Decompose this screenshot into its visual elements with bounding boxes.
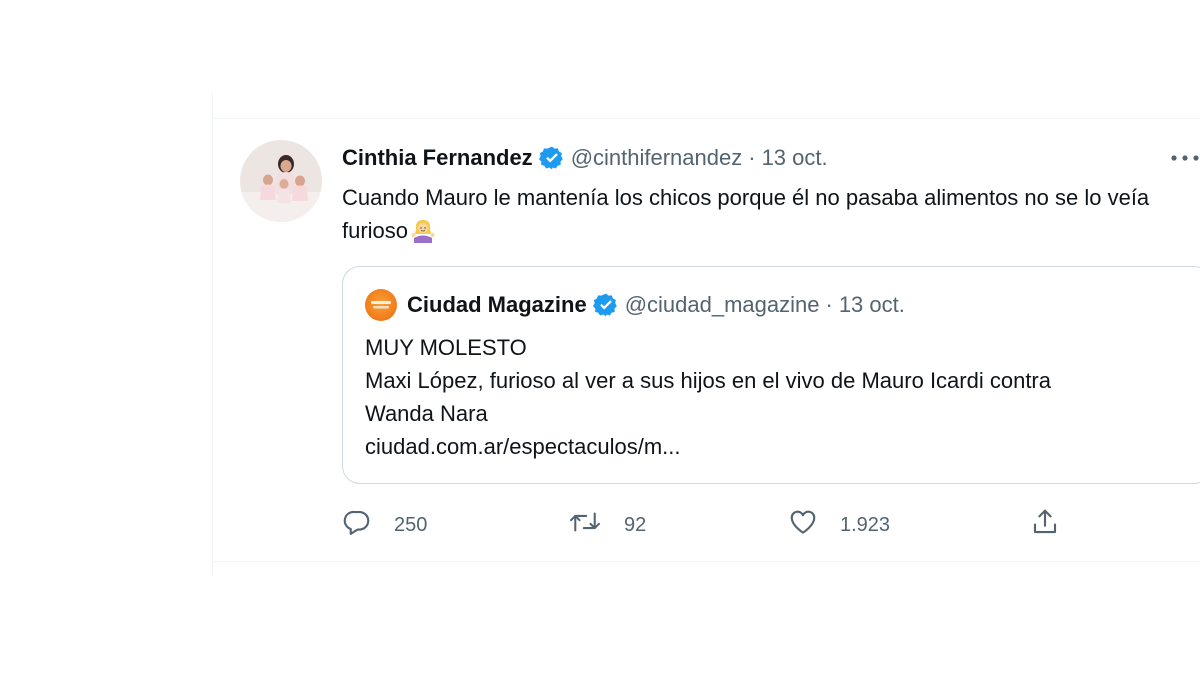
quoted-text-line: Wanda Nara bbox=[365, 401, 488, 426]
tweet-text: Cuando Mauro le mantenía los chicos porq… bbox=[342, 181, 1192, 247]
like-count: 1.923 bbox=[840, 513, 891, 536]
quoted-text-line: Maxi López, furioso al ver a sus hijos e… bbox=[365, 368, 1051, 393]
timeline-divider-bottom bbox=[212, 561, 1200, 562]
quoted-header-separator: · bbox=[825, 292, 833, 317]
retweet-button[interactable]: 92 bbox=[568, 505, 646, 545]
share-button[interactable] bbox=[1030, 505, 1060, 545]
tweet-actions: 250 92 1.923 bbox=[342, 505, 1102, 545]
timeline-divider-left bbox=[212, 93, 213, 575]
reply-icon bbox=[342, 507, 372, 543]
author-handle[interactable]: @cinthifernandez bbox=[571, 145, 743, 171]
tweet-page: Cinthia Fernandez @cinthifernandez · 13 … bbox=[0, 0, 1200, 675]
quoted-text-line: MUY MOLESTO bbox=[365, 335, 527, 360]
quoted-link[interactable]: ciudad.com.ar/espectaculos/m... bbox=[365, 430, 1195, 463]
reply-button[interactable]: 250 bbox=[342, 505, 427, 545]
tweet-text-content: Cuando Mauro le mantenía los chicos porq… bbox=[342, 185, 1150, 243]
retweet-count: 92 bbox=[624, 513, 647, 536]
retweet-icon bbox=[568, 507, 602, 543]
tweet-header: Cinthia Fernandez @cinthifernandez · 13 … bbox=[342, 143, 828, 173]
quoted-tweet-date[interactable]: 13 oct. bbox=[839, 292, 905, 318]
tweet-date[interactable]: 13 oct. bbox=[762, 145, 828, 171]
quoted-author-name[interactable]: Ciudad Magazine bbox=[407, 292, 587, 318]
author-avatar[interactable] bbox=[240, 140, 322, 222]
verified-badge-icon bbox=[592, 292, 619, 318]
more-horizontal-icon[interactable] bbox=[1170, 146, 1200, 170]
reply-count: 250 bbox=[394, 513, 428, 536]
header-separator: · bbox=[748, 145, 756, 170]
verified-badge-icon bbox=[538, 145, 565, 171]
woman-shrugging-emoji-icon bbox=[410, 217, 436, 243]
quoted-tweet-header: Ciudad Magazine @ciudad_magazine · 13 oc… bbox=[365, 289, 905, 321]
timeline-divider-top bbox=[212, 118, 1200, 119]
quoted-author-handle[interactable]: @ciudad_magazine bbox=[625, 292, 820, 318]
quoted-tweet-text: MUY MOLESTO Maxi López, furioso al ver a… bbox=[365, 331, 1195, 463]
like-icon bbox=[788, 507, 818, 543]
ciudad-magazine-logo-icon[interactable] bbox=[365, 289, 397, 321]
author-name[interactable]: Cinthia Fernandez bbox=[342, 145, 533, 171]
like-button[interactable]: 1.923 bbox=[788, 505, 890, 545]
share-icon bbox=[1030, 507, 1060, 543]
quoted-tweet-card[interactable]: Ciudad Magazine @ciudad_magazine · 13 oc… bbox=[342, 266, 1200, 484]
